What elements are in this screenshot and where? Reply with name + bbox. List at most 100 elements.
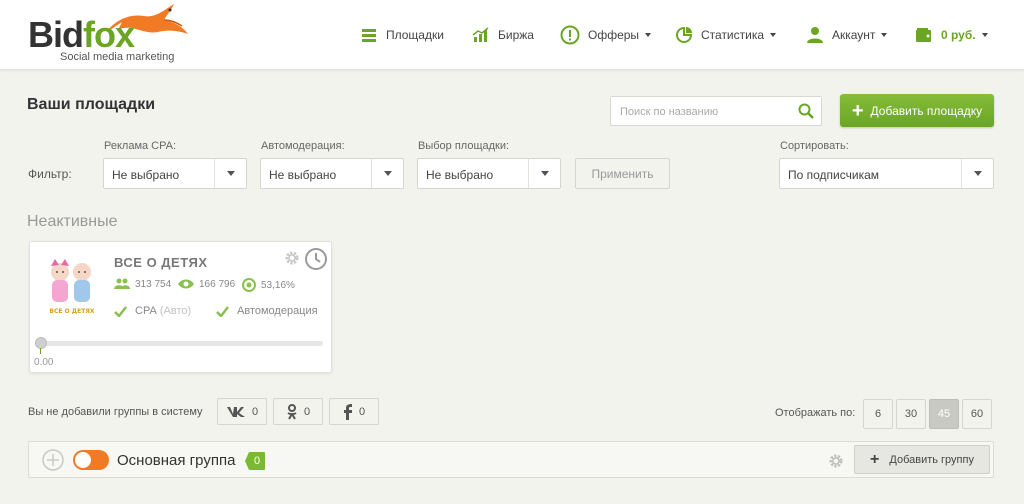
subscribers-stat: 313 754 [114,278,171,290]
platform-avatar: ВСЕ О ДЕТЯХ [49,259,95,315]
chevron-down-icon [645,33,652,37]
moderation-filter-label: Автомодерация: [261,140,345,152]
search-input[interactable]: Поиск по названию [610,96,822,126]
logo-wordmark: Bidfox [28,14,135,55]
moderation-filter-select[interactable]: Не выбрано [260,158,404,189]
toggle-knob [75,452,91,468]
views-stat: 166 796 [178,278,235,290]
nav-label: Офферы [588,28,640,42]
subscribers-value: 313 754 [135,278,172,290]
nav-item-exchange[interactable]: Биржа [472,25,534,45]
nav-item-offers[interactable]: Офферы [560,25,652,45]
vk-icon [226,406,245,417]
cpa-filter-label: Реклама CPA: [104,140,177,152]
chevron-down-icon [981,33,988,37]
chevron-down-icon [961,159,993,188]
automod-label: Автомодерация [237,305,318,317]
nav-item-balance[interactable]: 0 руб. [915,25,988,45]
inactive-section-title: Неактивные [27,213,118,230]
top-header: Bidfox Social media marketing Площадки Б… [0,0,1024,70]
clock-icon [305,248,327,270]
wallet-icon [916,28,931,42]
page-size-option[interactable]: 30 [896,399,926,429]
no-groups-message: Вы не добавили группы в систему [28,406,203,418]
progress-slider-handle[interactable] [35,337,47,349]
list-icon [362,29,376,42]
select-value: По подписчикам [788,168,880,182]
gear-icon[interactable] [828,453,844,469]
fb-count: 0 [358,405,366,418]
plus-icon: + [870,450,880,468]
cpa-mode: (Авто) [159,305,192,317]
ok-count: 0 [303,405,311,418]
cpa-filter-select[interactable]: Не выбрано [103,158,247,189]
group-bar: Основная группа 0 + Добавить группу [28,441,994,478]
chart-icon [472,27,489,42]
sort-label: Сортировать: [780,140,849,152]
add-platform-label: Добавить площадку [870,103,983,118]
platform-card[interactable]: ВСЕ О ДЕТЯХ ВСЕ О ДЕТЯХ 313 754 166 796 … [29,241,332,373]
page-size-option-active[interactable]: 45 [929,399,959,429]
chevron-down-icon [528,159,560,188]
platform-name[interactable]: ВСЕ О ДЕТЯХ [114,255,208,270]
nav-label: Статистика [701,28,765,42]
fb-groups-button[interactable]: 0 [329,398,379,425]
check-icon [216,305,229,317]
chevron-down-icon [881,33,888,37]
cpa-status: CPA (Авто) [114,305,191,317]
add-circle-icon[interactable] [42,449,64,471]
nav-label: Аккаунт [832,28,876,42]
group-count-badge: 0 [244,452,266,470]
group-name[interactable]: Основная группа [117,452,235,469]
eye-icon [178,279,194,289]
vk-groups-button[interactable]: 0 [217,398,267,425]
sort-select[interactable]: По подписчикам [779,158,994,189]
page-title: Ваши площадки [27,96,156,113]
users-icon [114,278,130,289]
platform-filter-select[interactable]: Не выбрано [417,158,561,189]
odnoklassniki-icon [287,403,297,420]
target-icon [242,278,256,292]
chevron-down-icon [214,159,246,188]
search-icon[interactable] [798,103,814,119]
nav-item-stats[interactable]: Статистика [675,25,777,45]
facebook-icon [343,403,352,420]
select-value: Не выбрано [269,168,337,182]
nav-label: Биржа [498,28,534,42]
bidfox-logo[interactable]: Bidfox Social media marketing [28,4,188,66]
nav-item-account[interactable]: Аккаунт [806,25,888,45]
add-platform-button[interactable]: + Добавить площадку [840,94,994,127]
search-placeholder: Поиск по названию [620,106,719,118]
platform-filter-label: Выбор площадки: [418,140,510,152]
page-size-option[interactable]: 6 [863,399,893,429]
select-value: Не выбрано [426,168,494,182]
gear-icon[interactable] [284,250,300,266]
ok-groups-button[interactable]: 0 [273,398,323,425]
group-toggle[interactable] [73,450,109,470]
progress-track [40,341,323,346]
page-size-option[interactable]: 60 [962,399,992,429]
reach-value: 53,16% [261,279,295,291]
vk-count: 0 [251,405,259,418]
chevron-down-icon [770,33,777,37]
add-group-label: Добавить группу [889,453,974,466]
select-value: Не выбрано [112,168,180,182]
plus-icon: + [851,99,864,122]
views-value: 166 796 [199,278,236,290]
logo-tagline: Social media marketing [60,51,175,63]
progress-tick [40,348,41,354]
filter-label: Фильтр: [28,167,72,181]
stats-icon [676,26,693,43]
page-size-label: Отображать по: [775,407,856,419]
add-group-button[interactable]: + Добавить группу [854,445,990,474]
progress-value: 0.00 [34,357,54,368]
apply-button[interactable]: Применить [575,158,670,189]
avatar-caption: ВСЕ О ДЕТЯХ [49,308,95,315]
balance-value: 0 руб. [941,28,976,42]
reach-stat: 53,16% [242,278,295,292]
nav-label: Площадки [386,28,444,42]
nav-item-platforms[interactable]: Площадки [360,25,444,45]
check-icon [114,305,127,317]
alert-icon [560,25,580,45]
chevron-down-icon [371,159,403,188]
